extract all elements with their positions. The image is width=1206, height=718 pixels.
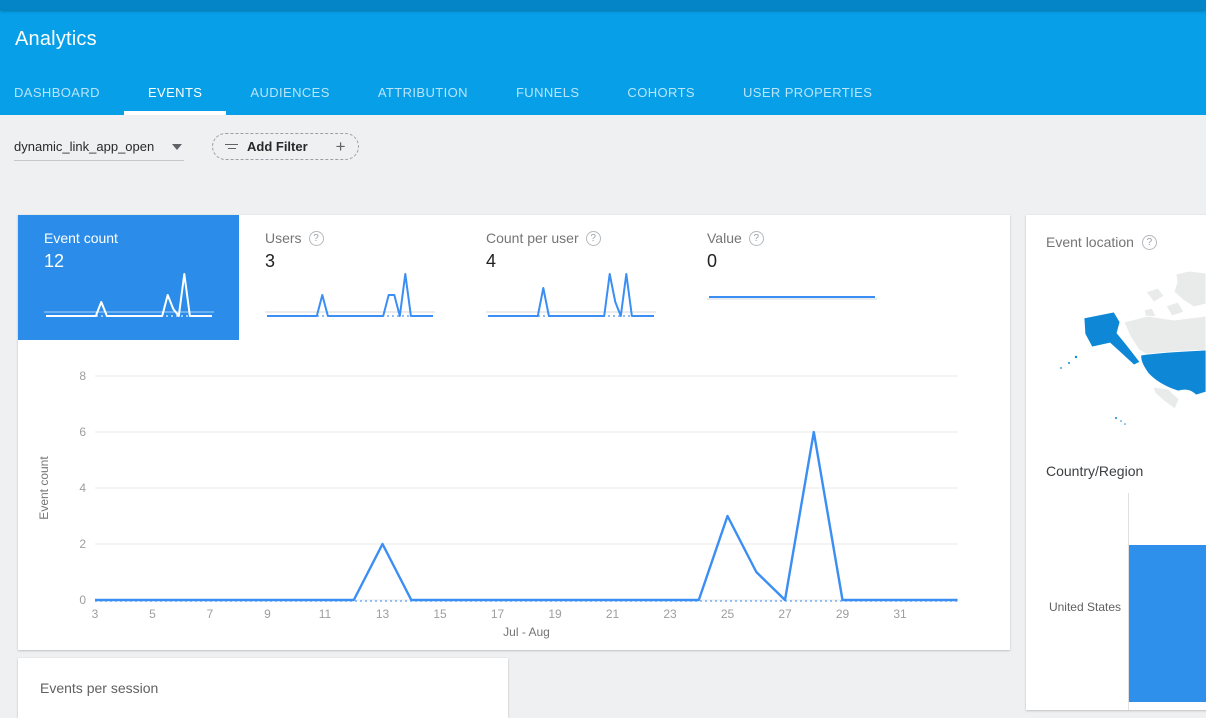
svg-text:31: 31 (893, 607, 907, 621)
tab-attribution[interactable]: ATTRIBUTION (354, 69, 492, 115)
svg-text:15: 15 (433, 607, 447, 621)
map-aleutian-island (1074, 355, 1077, 358)
metric-tab-row: Event count 12 Users? 3 Count per user? … (18, 215, 902, 340)
event-select-dropdown[interactable]: dynamic_link_app_open (14, 133, 184, 161)
svg-text:2: 2 (79, 537, 86, 551)
svg-text:29: 29 (836, 607, 850, 621)
help-icon[interactable]: ? (309, 231, 324, 246)
svg-text:3: 3 (92, 607, 99, 621)
help-icon[interactable]: ? (586, 231, 601, 246)
svg-text:4: 4 (79, 481, 86, 495)
svg-text:17: 17 (491, 607, 505, 621)
country-bar-label: United States (1049, 600, 1121, 614)
count-per-user-sparkline (486, 270, 656, 325)
active-tab-indicator (124, 111, 226, 115)
svg-text:27: 27 (778, 607, 792, 621)
map-arctic-island (1166, 302, 1184, 316)
tab-funnels[interactable]: FUNNELS (492, 69, 603, 115)
svg-text:9: 9 (264, 607, 271, 621)
world-map (1026, 270, 1206, 440)
add-filter-button[interactable]: Add Filter + (212, 133, 359, 160)
event-location-card: Event location ? Coun (1026, 215, 1206, 710)
tab-events[interactable]: EVENTS (124, 69, 226, 115)
svg-text:25: 25 (721, 607, 735, 621)
metric-value: 12 (44, 251, 64, 272)
united-states-bar (1129, 545, 1206, 702)
nav-tab-bar: DASHBOARD EVENTS AUDIENCES ATTRIBUTION F… (14, 69, 896, 115)
svg-text:Event count: Event count (37, 456, 51, 520)
map-aleutian-island (1060, 367, 1063, 370)
event-metrics-card: Event count 12 Users? 3 Count per user? … (18, 215, 1010, 650)
svg-text:0: 0 (79, 593, 86, 607)
map-aleutian-island (1068, 362, 1071, 365)
events-per-session-title: Events per session (40, 680, 158, 696)
filter-list-icon (225, 141, 238, 151)
svg-text:11: 11 (319, 607, 332, 621)
page-title: Analytics (15, 28, 97, 51)
metric-tab-users[interactable]: Users? 3 (239, 215, 460, 340)
event-count-line-chart: 0 2 4 6 8 3 5 7 9 11 13 15 17 19 21 23 25 27 29 31 Jul - Aug… (18, 360, 1010, 650)
metric-value: 4 (486, 251, 496, 272)
svg-text:Jul - Aug: Jul - Aug (503, 625, 550, 639)
app-header: Analytics DASHBOARD EVENTS AUDIENCES ATT… (0, 10, 1206, 115)
svg-text:6: 6 (79, 425, 86, 439)
metric-value: 0 (707, 251, 717, 272)
value-sparkline (707, 270, 877, 325)
map-hawaii (1115, 417, 1118, 420)
help-icon[interactable]: ? (749, 231, 764, 246)
analytics-page: Analytics DASHBOARD EVENTS AUDIENCES ATT… (0, 0, 1206, 710)
map-greenland (1174, 271, 1206, 307)
svg-text:8: 8 (79, 369, 86, 383)
metric-tab-value[interactable]: Value? 0 (681, 215, 902, 340)
svg-text:7: 7 (207, 607, 214, 621)
tab-audiences[interactable]: AUDIENCES (226, 69, 353, 115)
event-location-title: Event location (1046, 234, 1134, 250)
country-region-heading: Country/Region (1046, 463, 1143, 479)
tab-user-properties[interactable]: USER PROPERTIES (719, 69, 896, 115)
tab-dashboard[interactable]: DASHBOARD (14, 69, 124, 115)
events-per-session-card: Events per session (18, 658, 508, 718)
svg-text:19: 19 (548, 607, 562, 621)
metric-value: 3 (265, 251, 275, 272)
chevron-down-icon (172, 144, 182, 150)
map-arctic-island (1146, 288, 1164, 302)
metric-tab-event-count[interactable]: Event count 12 (18, 215, 239, 340)
event-count-sparkline (44, 270, 214, 325)
svg-text:21: 21 (606, 607, 620, 621)
map-united-states (1141, 350, 1206, 395)
users-sparkline (265, 270, 435, 325)
svg-text:5: 5 (149, 607, 156, 621)
tab-cohorts[interactable]: COHORTS (603, 69, 719, 115)
filter-bar: dynamic_link_app_open Add Filter + (0, 115, 1206, 175)
map-hawaii (1124, 423, 1126, 425)
help-icon[interactable]: ? (1142, 235, 1157, 250)
svg-text:13: 13 (376, 607, 390, 621)
browser-top-strip (0, 0, 1206, 10)
map-hawaii (1120, 420, 1122, 422)
svg-text:23: 23 (663, 607, 677, 621)
metric-tab-count-per-user[interactable]: Count per user? 4 (460, 215, 681, 340)
event-select-value: dynamic_link_app_open (14, 139, 154, 154)
plus-icon: + (336, 138, 346, 155)
